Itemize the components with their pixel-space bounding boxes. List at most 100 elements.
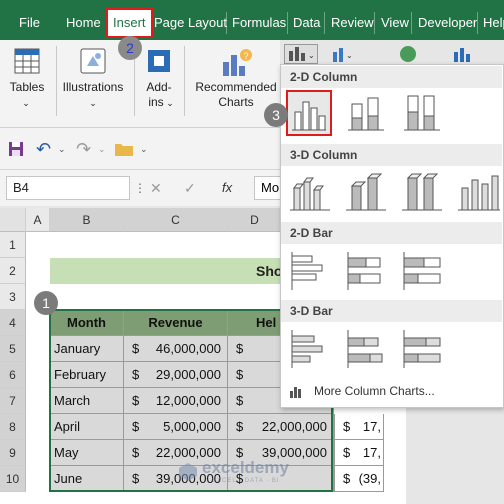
chevron-down-icon[interactable]: ⌄ xyxy=(58,141,68,157)
3d-stacked-bar-option[interactable] xyxy=(344,326,390,372)
table-cell-revenue[interactable]: $46,000,000 xyxy=(124,336,228,362)
row-header-3[interactable]: 3 xyxy=(0,284,26,310)
column-chart-button[interactable]: ⌄ xyxy=(284,44,318,64)
row-header-7[interactable]: 7 xyxy=(0,388,26,414)
chevron-down-icon[interactable]: ⌄ xyxy=(164,96,176,111)
currency-symbol: $ xyxy=(236,367,244,382)
tab-page-layout[interactable]: Page Layout xyxy=(154,0,227,40)
d-value: 22,000,000 xyxy=(261,419,327,434)
table-cell-d[interactable]: $22,000,000 xyxy=(228,414,334,440)
clustered-bar-option[interactable] xyxy=(288,248,334,294)
tables-icon[interactable] xyxy=(12,46,42,76)
column-header-c[interactable]: C xyxy=(124,208,228,232)
recommended-charts-icon[interactable]: ? xyxy=(220,46,254,78)
stacked-bar-option[interactable] xyxy=(344,248,390,294)
month-label: April xyxy=(54,419,81,434)
3d-clustered-column-option[interactable] xyxy=(288,170,334,216)
table-cell[interactable]: $ (39, xyxy=(334,466,384,492)
month-label: March xyxy=(54,393,91,408)
tab-help[interactable]: Help xyxy=(483,0,504,40)
column-header-d[interactable]: D xyxy=(228,208,282,232)
tab-developer[interactable]: Developer xyxy=(418,0,477,40)
chevron-down-icon[interactable]: ⌄ xyxy=(98,141,108,157)
3d-column-option[interactable] xyxy=(456,170,502,216)
table-cell[interactable]: $17, xyxy=(334,440,384,466)
row-header-5[interactable]: 5 xyxy=(0,336,26,362)
more-column-charts-link[interactable]: More Column Charts... xyxy=(314,384,435,398)
currency-symbol: $ xyxy=(132,367,140,382)
currency-symbol: $ xyxy=(132,445,140,460)
3d-stacked-column-option[interactable] xyxy=(344,170,390,216)
illustrations-label[interactable]: Illustrations xyxy=(60,80,126,95)
formula-input[interactable]: Mo xyxy=(254,176,282,200)
row-header-4[interactable]: 4 xyxy=(0,310,26,336)
stacked-column-option[interactable] xyxy=(344,90,390,136)
line-chart-icon[interactable]: ⌄ xyxy=(330,44,360,64)
table-cell-month[interactable]: April xyxy=(50,414,124,440)
table-cell-month[interactable]: February xyxy=(50,362,124,388)
tab-view[interactable]: View xyxy=(381,0,409,40)
month-label: June xyxy=(54,471,83,486)
currency-symbol: $ xyxy=(132,471,140,486)
row-header-2[interactable]: 2 xyxy=(0,258,26,284)
row-header-8[interactable]: 8 xyxy=(0,414,26,440)
table-cell-revenue[interactable]: $12,000,000 xyxy=(124,388,228,414)
tab-formulas[interactable]: Formulas xyxy=(232,0,286,40)
month-label: February xyxy=(54,367,107,382)
tab-file[interactable]: File xyxy=(19,0,40,40)
revenue-value: 46,000,000 xyxy=(155,341,221,356)
header-revenue[interactable]: Revenue xyxy=(124,310,228,336)
100-stacked-bar-option[interactable] xyxy=(400,248,446,294)
recommended-charts-label[interactable]: Recommended xyxy=(190,80,282,95)
3d-clustered-bar-option[interactable] xyxy=(288,326,334,372)
table-cell-revenue[interactable]: $5,000,000 xyxy=(124,414,228,440)
row-header-9[interactable]: 9 xyxy=(0,440,26,466)
name-box[interactable]: B4 xyxy=(6,176,130,200)
tab-home[interactable]: Home xyxy=(66,0,101,40)
row-header-6[interactable]: 6 xyxy=(0,362,26,388)
tab-data[interactable]: Data xyxy=(293,0,320,40)
insert-function-button[interactable]: fx xyxy=(222,176,240,200)
currency-symbol: $ xyxy=(236,393,244,408)
undo-icon[interactable]: ↶ xyxy=(36,139,56,159)
header-d[interactable]: Hel xyxy=(228,310,282,336)
column-header-b[interactable]: B xyxy=(50,208,124,232)
row-header-10[interactable]: 10 xyxy=(0,466,26,492)
open-folder-icon[interactable] xyxy=(114,140,134,158)
currency-symbol: $ xyxy=(132,393,140,408)
enter-icon[interactable]: ✓ xyxy=(184,176,198,200)
more-charts-icon[interactable] xyxy=(288,383,304,399)
column-header-a[interactable]: A xyxy=(26,208,50,232)
addins-label[interactable]: Add- xyxy=(140,80,178,95)
currency-symbol: $ xyxy=(236,419,244,434)
save-icon[interactable] xyxy=(8,141,24,157)
header-month[interactable]: Month xyxy=(50,310,124,336)
more-options-icon[interactable]: ⋮ xyxy=(134,176,146,200)
redo-icon[interactable]: ↷ xyxy=(76,139,96,159)
select-all-corner[interactable] xyxy=(0,208,26,232)
tables-label[interactable]: Tables xyxy=(6,80,48,95)
chevron-down-icon[interactable]: ⌄ xyxy=(87,96,99,111)
chevron-down-icon[interactable]: ⌄ xyxy=(20,96,32,111)
tab-insert[interactable]: Insert xyxy=(106,8,153,38)
clustered-column-option[interactable] xyxy=(286,90,332,136)
illustrations-icon[interactable] xyxy=(78,46,108,76)
chevron-down-icon[interactable]: ⌄ xyxy=(140,141,150,157)
table-cell-month[interactable]: January xyxy=(50,336,124,362)
3d-100-stacked-bar-option[interactable] xyxy=(400,326,446,372)
table-cell[interactable]: $17, xyxy=(334,414,384,440)
table-cell-revenue[interactable]: $29,000,000 xyxy=(124,362,228,388)
section-3d-bar: 3-D Bar xyxy=(281,300,502,322)
table-cell-month[interactable]: June xyxy=(50,466,124,492)
tab-review[interactable]: Review xyxy=(331,0,374,40)
cancel-icon[interactable]: ✕ xyxy=(150,176,164,200)
pivot-chart-icon[interactable] xyxy=(450,44,480,64)
table-cell-month[interactable]: March xyxy=(50,388,124,414)
maps-icon[interactable] xyxy=(396,44,422,64)
3d-100-stacked-column-option[interactable] xyxy=(400,170,446,216)
title-band xyxy=(50,258,282,284)
addins-icon[interactable] xyxy=(144,46,174,76)
100-stacked-column-option[interactable] xyxy=(400,90,446,136)
row-header-1[interactable]: 1 xyxy=(0,232,26,258)
table-cell-month[interactable]: May xyxy=(50,440,124,466)
